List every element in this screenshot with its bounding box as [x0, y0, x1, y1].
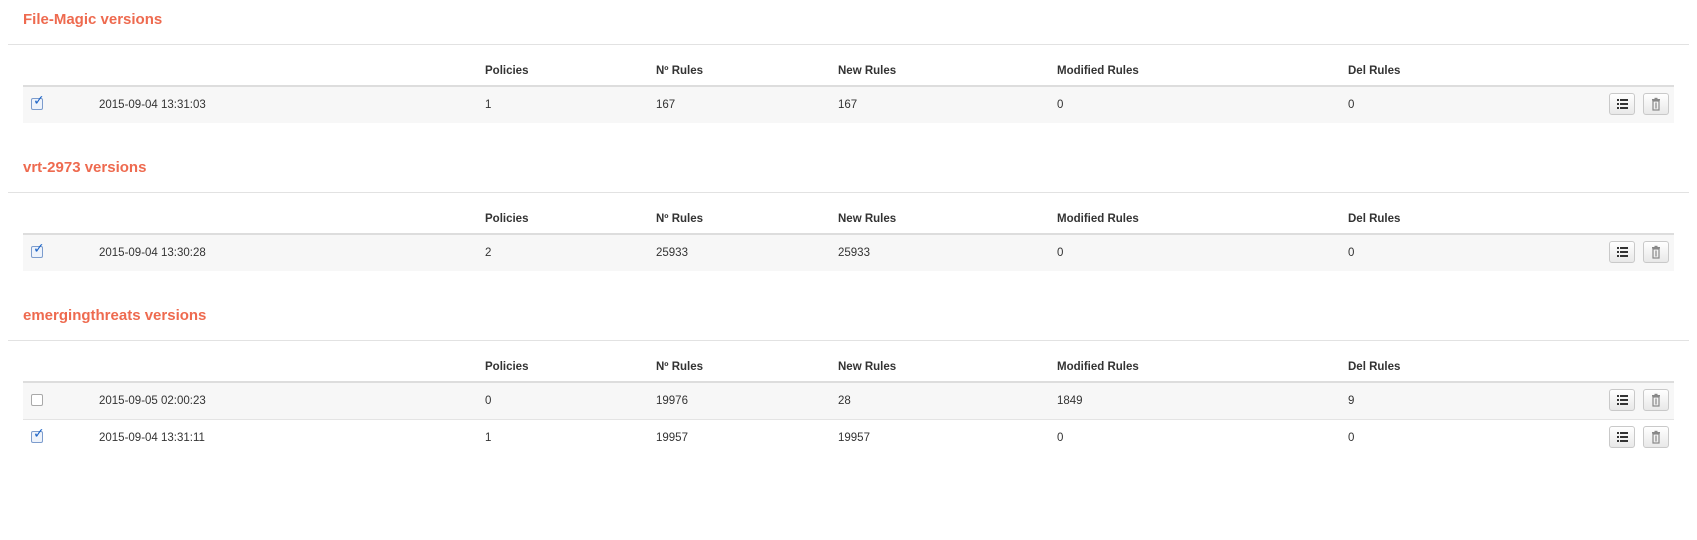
versions-table: Policies Nº Rules New Rules Modified Rul… [23, 341, 1674, 456]
header-new-rules: New Rules [838, 65, 897, 77]
trash-icon [1652, 97, 1660, 111]
version-checkbox[interactable]: ✓ [31, 94, 45, 110]
header-new-rules: New Rules [838, 361, 897, 373]
num-rules-value: 19957 [656, 432, 688, 444]
policies-value: 0 [485, 395, 492, 407]
section-file-magic: File-Magic versions Policies Nº Rules Ne… [8, 5, 1689, 123]
list-icon [1617, 395, 1628, 405]
modified-rules-value: 0 [1057, 432, 1064, 444]
header-del-rules: Del Rules [1348, 213, 1401, 225]
table-row: ✓ 2015-09-05 02:00:23 0 19976 28 1849 9 [23, 383, 1674, 420]
version-checkbox[interactable]: ✓ [31, 242, 45, 258]
num-rules-value: 25933 [656, 247, 688, 259]
table-row: ✓ 2015-09-04 13:30:28 2 25933 25933 0 0 [23, 235, 1674, 271]
new-rules-value: 28 [838, 395, 851, 407]
details-button[interactable] [1609, 93, 1635, 115]
policies-value: 2 [485, 247, 492, 259]
table-row: ✓ 2015-09-04 13:31:03 1 167 167 0 0 [23, 87, 1674, 123]
versions-table: Policies Nº Rules New Rules Modified Rul… [23, 193, 1674, 271]
del-rules-value: 0 [1348, 99, 1355, 111]
new-rules-value: 19957 [838, 432, 870, 444]
header-modified-rules: Modified Rules [1057, 361, 1139, 373]
details-button[interactable] [1609, 241, 1635, 263]
version-date: 2015-09-04 13:31:11 [99, 432, 205, 444]
header-policies: Policies [485, 361, 529, 373]
delete-button[interactable] [1643, 389, 1669, 411]
trash-icon [1652, 245, 1660, 259]
version-checkbox[interactable]: ✓ [31, 427, 45, 443]
list-icon [1617, 432, 1628, 442]
header-modified-rules: Modified Rules [1057, 65, 1139, 77]
version-date: 2015-09-05 02:00:23 [99, 395, 206, 407]
versions-page: File-Magic versions Policies Nº Rules Ne… [0, 0, 1697, 540]
version-checkbox[interactable]: ✓ [31, 394, 43, 406]
section-title: vrt-2973 versions [23, 159, 147, 176]
section-vrt-2973: vrt-2973 versions Policies Nº Rules New … [8, 153, 1689, 271]
header-del-rules: Del Rules [1348, 361, 1401, 373]
table-header: Policies Nº Rules New Rules Modified Rul… [23, 193, 1674, 235]
header-modified-rules: Modified Rules [1057, 213, 1139, 225]
policies-value: 1 [485, 99, 492, 111]
header-policies: Policies [485, 213, 529, 225]
header-policies: Policies [485, 65, 529, 77]
num-rules-value: 167 [656, 99, 676, 111]
version-date: 2015-09-04 13:31:03 [99, 99, 206, 111]
header-num-rules: Nº Rules [656, 65, 704, 77]
table-header: Policies Nº Rules New Rules Modified Rul… [23, 341, 1674, 383]
trash-icon [1652, 430, 1660, 444]
details-button[interactable] [1609, 426, 1635, 448]
del-rules-value: 0 [1348, 247, 1355, 259]
header-num-rules: Nº Rules [656, 213, 704, 225]
section-title: File-Magic versions [23, 11, 163, 28]
list-icon [1617, 99, 1628, 109]
section-title: emergingthreats versions [23, 307, 207, 324]
details-button[interactable] [1609, 389, 1635, 411]
new-rules-value: 25933 [838, 247, 870, 259]
trash-icon [1652, 393, 1660, 407]
table-row: ✓ 2015-09-04 13:31:11 1 19957 19957 0 0 [23, 420, 1674, 456]
policies-value: 1 [485, 432, 492, 444]
modified-rules-value: 0 [1057, 99, 1064, 111]
modified-rules-value: 0 [1057, 247, 1064, 259]
list-icon [1617, 247, 1628, 257]
num-rules-value: 19976 [656, 395, 688, 407]
header-new-rules: New Rules [838, 213, 897, 225]
del-rules-value: 9 [1348, 395, 1355, 407]
delete-button[interactable] [1643, 241, 1669, 263]
delete-button[interactable] [1643, 426, 1669, 448]
table-header: Policies Nº Rules New Rules Modified Rul… [23, 45, 1674, 87]
modified-rules-value: 1849 [1057, 395, 1083, 407]
header-del-rules: Del Rules [1348, 65, 1401, 77]
header-num-rules: Nº Rules [656, 361, 704, 373]
del-rules-value: 0 [1348, 432, 1355, 444]
versions-table: Policies Nº Rules New Rules Modified Rul… [23, 45, 1674, 123]
new-rules-value: 167 [838, 99, 858, 111]
section-emergingthreats: emergingthreats versions Policies Nº Rul… [8, 301, 1689, 456]
delete-button[interactable] [1643, 93, 1669, 115]
version-date: 2015-09-04 13:30:28 [99, 247, 206, 259]
